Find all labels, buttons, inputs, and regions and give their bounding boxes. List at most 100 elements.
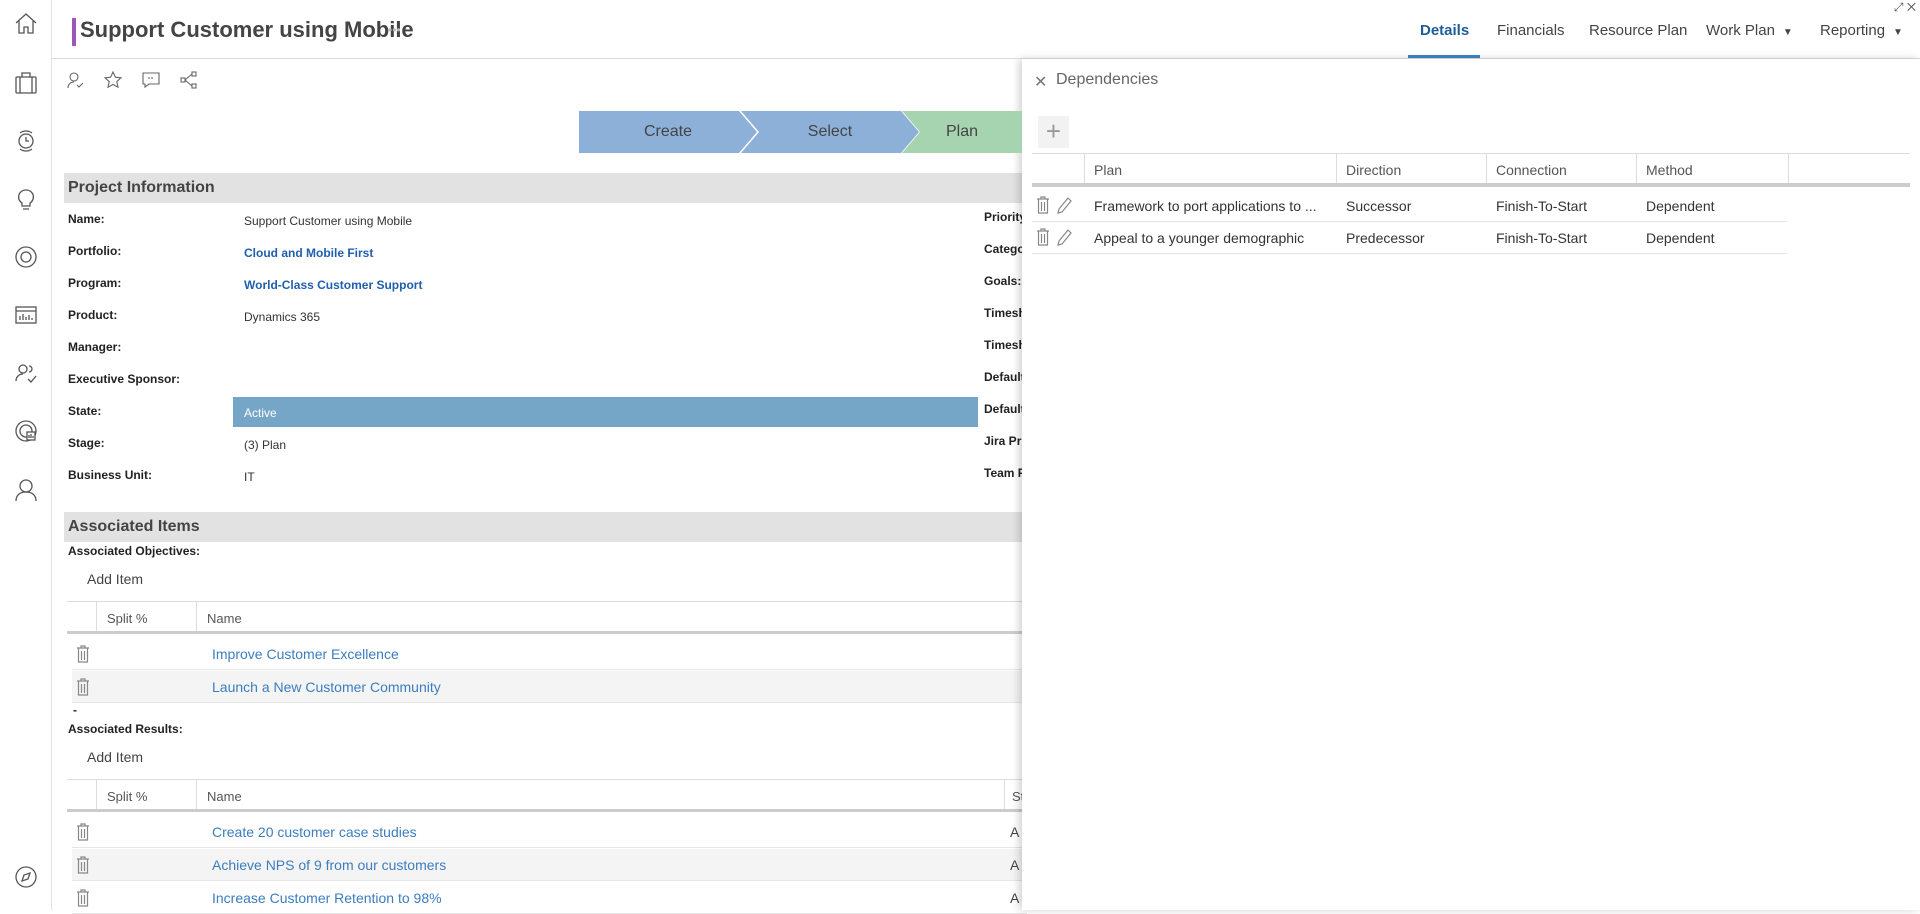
- report-icon[interactable]: [13, 302, 39, 328]
- table-row: Launch a New Customer Community: [72, 671, 1027, 703]
- item-link[interactable]: Achieve NPS of 9 from our customers: [212, 857, 446, 873]
- column-header: Direction: [1346, 162, 1402, 178]
- comment-icon[interactable]: [142, 71, 160, 89]
- divider: [196, 602, 197, 631]
- dashboard-icon[interactable]: [13, 418, 39, 444]
- tab-work-plan[interactable]: Work Plan ▼: [1706, 22, 1793, 39]
- table-row: Achieve NPS of 9 from our customers A: [72, 849, 1027, 881]
- edit-pencil-icon[interactable]: [1056, 196, 1072, 216]
- column-header: Method: [1646, 162, 1693, 178]
- cell-method: Dependent: [1646, 198, 1715, 214]
- target-icon[interactable]: [13, 244, 39, 270]
- stage-create[interactable]: Create: [579, 111, 757, 153]
- status-cell: A: [1010, 857, 1020, 873]
- close-icon[interactable]: ✕: [1907, 0, 1916, 14]
- dropdown-caret-icon: ▼: [1893, 27, 1903, 38]
- active-tab-indicator: [1408, 55, 1480, 58]
- user-icon[interactable]: [13, 477, 39, 503]
- field-label-right: Timesheet: [984, 306, 1022, 320]
- field-value: (3) Plan: [244, 438, 287, 452]
- table-row: Increase Customer Retention to 98% A: [72, 882, 1027, 914]
- timesheet-icon[interactable]: [13, 128, 39, 154]
- tab-financials[interactable]: Financials: [1497, 22, 1565, 39]
- separator: -: [73, 703, 77, 717]
- item-link[interactable]: Increase Customer Retention to 98%: [212, 890, 442, 906]
- title-more-button[interactable]: •••: [388, 23, 401, 37]
- field-label-right: Default: [984, 402, 1022, 416]
- cell-direction: Predecessor: [1346, 230, 1425, 246]
- resource-icon[interactable]: [13, 360, 39, 386]
- close-panel-icon[interactable]: ✕: [1034, 72, 1047, 92]
- column-header: Split %: [107, 611, 148, 626]
- panel-title: Dependencies: [1056, 71, 1159, 88]
- sub-heading: Associated Objectives:: [68, 544, 201, 558]
- tab-resource-plan[interactable]: Resource Plan: [1589, 22, 1687, 39]
- expand-icon[interactable]: ⤢: [1894, 0, 1904, 14]
- dependency-row: Framework to port applications to ... Suc…: [1032, 190, 1787, 222]
- divider: [1004, 780, 1005, 809]
- assign-user-icon[interactable]: [66, 71, 84, 89]
- delete-icon[interactable]: [1036, 228, 1052, 248]
- column-header: Connection: [1496, 162, 1567, 178]
- tab-details[interactable]: Details: [1420, 22, 1469, 39]
- field-label: Portfolio:: [68, 244, 122, 258]
- star-icon[interactable]: [103, 70, 123, 89]
- delete-icon[interactable]: [76, 856, 90, 874]
- delete-icon[interactable]: [1036, 196, 1052, 216]
- sub-heading: Associated Results:: [68, 722, 183, 736]
- stage-label: Plan: [945, 123, 979, 140]
- idea-icon[interactable]: [13, 187, 39, 213]
- delete-icon[interactable]: [76, 678, 90, 696]
- stage-plan[interactable]: Plan: [902, 111, 1022, 153]
- column-header: Split %: [107, 789, 148, 804]
- add-item-button[interactable]: Add Item: [87, 571, 143, 587]
- tab-label: Financials: [1497, 22, 1565, 39]
- window-controls[interactable]: ⤢ ✕: [1894, 0, 1916, 15]
- tab-label: Resource Plan: [1589, 22, 1688, 39]
- add-dependency-button[interactable]: +: [1038, 116, 1069, 148]
- cell-plan: Framework to port applications to ...: [1094, 198, 1317, 214]
- table-row: Improve Customer Excellence: [72, 638, 1027, 670]
- dependencies-table-header: Plan Direction Connection Method: [1032, 153, 1910, 187]
- compass-icon[interactable]: [13, 864, 39, 890]
- field-label: State:: [68, 404, 102, 418]
- stage-select[interactable]: Select: [741, 111, 919, 153]
- table-header: Split %NameSta: [67, 779, 1032, 812]
- delete-icon[interactable]: [76, 823, 90, 841]
- column-header: Name: [207, 611, 242, 626]
- add-item-button[interactable]: Add Item: [87, 749, 143, 765]
- item-link[interactable]: Launch a New Customer Community: [212, 679, 441, 695]
- item-link[interactable]: Improve Customer Excellence: [212, 646, 399, 662]
- dropdown-caret-icon: ▼: [1782, 27, 1793, 38]
- section-project-information: Project Information: [64, 173, 1024, 203]
- field-label-right: Default: [984, 370, 1022, 384]
- field-label: Manager:: [68, 340, 122, 354]
- delete-icon[interactable]: [76, 889, 90, 907]
- field-value[interactable]: World-Class Customer Support: [244, 278, 422, 292]
- divider: [1084, 154, 1085, 183]
- status-cell: A: [1010, 890, 1020, 906]
- share-icon[interactable]: [180, 71, 198, 89]
- field-label-right: Team F: [984, 466, 1022, 480]
- divider: [1336, 154, 1337, 183]
- briefcase-icon[interactable]: [13, 70, 39, 96]
- field-label: Program:: [68, 276, 122, 290]
- tab-reporting[interactable]: Reporting ▼: [1820, 22, 1903, 39]
- delete-icon[interactable]: [76, 645, 90, 663]
- section-associated-items: Associated Items: [64, 512, 1024, 542]
- divider: [1486, 154, 1487, 183]
- divider: [1636, 154, 1637, 183]
- home-icon[interactable]: [13, 11, 39, 37]
- table-header: Split % Name: [67, 601, 1027, 634]
- column-header: Plan: [1094, 162, 1123, 178]
- edit-pencil-icon[interactable]: [1056, 228, 1072, 248]
- cell-connection: Finish-To-Start: [1496, 198, 1588, 214]
- item-link[interactable]: Create 20 customer case studies: [212, 824, 417, 840]
- divider: [196, 780, 197, 809]
- stage-label: Create: [643, 123, 693, 140]
- field-value[interactable]: Cloud and Mobile First: [244, 246, 373, 260]
- field-label-right: Jira Pr: [984, 434, 1022, 448]
- field-label: Executive Sponsor:: [68, 372, 181, 386]
- field-value: IT: [244, 470, 255, 484]
- stage-label: Select: [807, 123, 853, 140]
